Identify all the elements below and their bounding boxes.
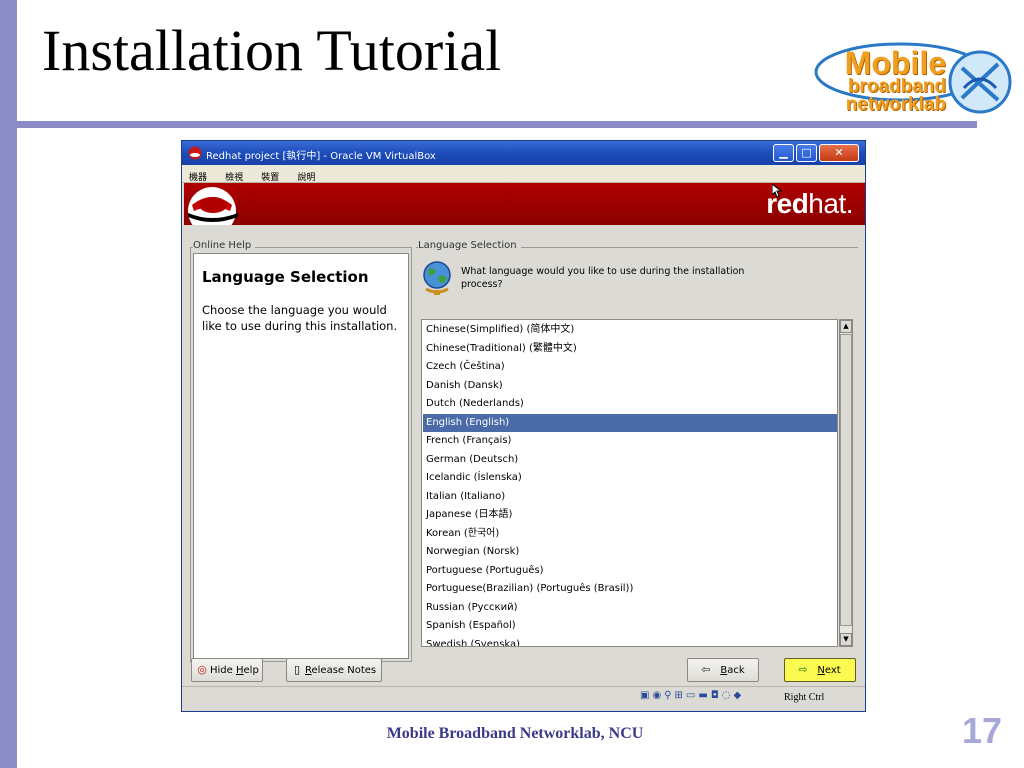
maximize-icon: □ [801,146,812,159]
hide-help-suffix: elp [243,665,259,676]
minimize-icon: ▁ [779,146,788,159]
close-icon: ✕ [834,146,844,159]
language-item[interactable]: German (Deutsch) [423,451,837,470]
window-titlebar[interactable]: Redhat project [執行中] - Oracle VM Virtual… [182,141,865,165]
page-number: 17 [961,710,1002,751]
shadowman-logo-icon [188,187,238,225]
hide-help-prefix: Hide [210,665,236,676]
usb-icon[interactable]: ⚲ [664,690,674,701]
language-list[interactable]: Chinese(Simplified) (简体中文) Chinese(Tradit… [421,319,838,647]
redhat-app-icon [188,146,202,160]
arrow-right-icon: ⇨ [798,663,808,676]
menu-devices[interactable]: 裝置 [254,167,285,183]
mouse-cursor-icon [772,184,782,198]
scroll-up-button[interactable]: ▲ [840,320,852,333]
language-item[interactable]: French (Français) [423,432,837,451]
menu-machine[interactable]: 機器 [182,167,213,183]
next-key: N [817,665,825,676]
host-key-icon: ◆ [733,690,745,701]
release-notes-button[interactable]: ▯ Release Notes [286,658,382,682]
window-title: Redhat project [執行中] - Oracle VM Virtual… [206,151,436,162]
language-item[interactable]: Italian (Italiano) [423,488,837,507]
language-item[interactable]: Dutch (Nederlands) [423,395,837,414]
back-button[interactable]: ⇦ Back [687,658,759,682]
slide-title: Installation Tutorial [42,18,502,83]
cd-icon[interactable]: ◉ [652,690,664,701]
language-item[interactable]: Portuguese (Português) [423,562,837,581]
language-item[interactable]: Spanish (Español) [423,617,837,636]
display-icon[interactable]: ▬ [698,690,710,701]
hide-help-button[interactable]: ◎ Hide Help [191,658,263,682]
back-suffix: ack [727,665,745,676]
minimize-button[interactable]: ▁ [773,144,794,162]
language-item[interactable]: Norwegian (Norsk) [423,543,837,562]
hide-help-key: H [235,665,244,676]
language-item[interactable]: Chinese(Traditional) (繁體中文) [423,340,837,359]
language-item[interactable]: Danish (Dansk) [423,377,837,396]
next-button[interactable]: ⇨ Next [784,658,856,682]
arrow-up-icon: ▲ [843,322,849,330]
capture-icon[interactable]: ◘ [711,690,722,701]
menu-bar: 機器 檢視 裝置 說明 [182,165,865,183]
virtualbox-window: Redhat project [執行中] - Oracle VM Virtual… [181,140,866,712]
scroll-down-button[interactable]: ▼ [840,633,852,646]
language-item[interactable]: Russian (Русский) [423,599,837,618]
language-item[interactable]: Portuguese(Brazilian) (Português (Brasil… [423,580,837,599]
document-icon: ▯ [293,663,301,676]
host-key-label: Right Ctrl [784,692,825,703]
hard-disk-icon[interactable]: ▣ [640,690,652,701]
language-item-selected[interactable]: English (English) [423,413,837,432]
vm-status-bar: ▣◉⚲⊞▭▬◘◌◆ Right Ctrl [182,686,865,708]
logo-line-1: Mobile [844,45,946,81]
language-item[interactable]: Japanese (日本語) [423,506,837,525]
logo-line-3: networklab [845,94,946,116]
close-button[interactable]: ✕ [819,144,859,162]
lab-logo: Mobile broadband networklab [812,30,1022,125]
slide-footer: Mobile Broadband Networklab, NCU [386,725,644,742]
redhat-banner: redhat. [184,183,865,225]
arrow-down-icon: ▼ [843,635,849,643]
help-body: Choose the language you would like to us… [202,303,398,333]
mouse-integration-icon[interactable]: ◌ [722,690,734,701]
language-item[interactable]: Icelandic (Íslenska) [423,469,837,488]
maximize-button[interactable]: □ [796,144,817,162]
globe-icon [423,261,451,295]
language-list-scrollbar[interactable]: ▲ ▼ [839,319,853,647]
scroll-thumb[interactable] [840,334,852,626]
slide-left-bar [0,0,17,768]
wordmark-light: hat. [808,188,853,219]
language-question: What language would you like to use duri… [461,266,745,290]
menu-help[interactable]: 說明 [290,167,321,183]
next-suffix: ext [824,665,841,676]
shared-folder-icon[interactable]: ▭ [686,690,698,701]
device-status-icons: ▣◉⚲⊞▭▬◘◌◆ [640,690,744,701]
lifebuoy-icon: ◎ [197,663,207,676]
arrow-left-icon: ⇦ [701,663,711,676]
menu-view[interactable]: 檢視 [218,167,249,183]
logo-text: Mobile broadband networklab [820,45,946,116]
help-title: Language Selection [202,268,369,286]
language-selection-label: Language Selection [418,240,521,251]
online-help-label: Online Help [193,240,256,251]
language-item[interactable]: Swedish (Svenska) [423,636,837,647]
language-item[interactable]: Czech (Čeština) [423,358,837,377]
release-notes-suffix: elease Notes [311,665,377,676]
language-item[interactable]: Chinese(Simplified) (简体中文) [423,321,837,340]
online-help-panel: Language Selection Choose the language y… [193,253,409,659]
language-item[interactable]: Korean (한국어) [423,525,837,544]
network-icon[interactable]: ⊞ [675,690,686,701]
